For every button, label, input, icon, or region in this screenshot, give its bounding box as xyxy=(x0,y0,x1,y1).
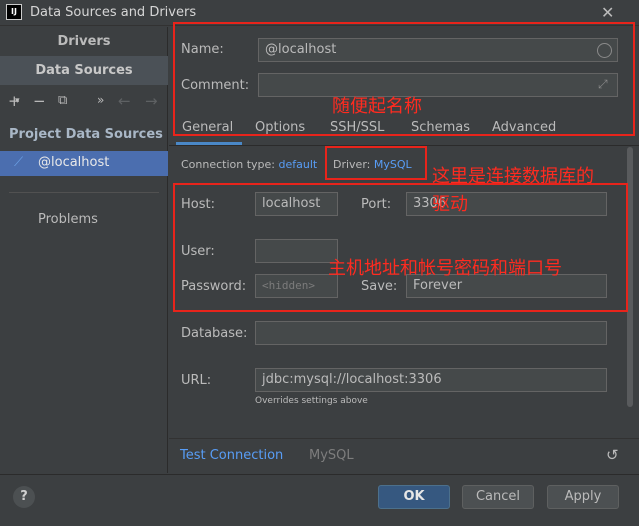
problems-item[interactable]: Problems xyxy=(38,212,98,227)
minus-icon[interactable]: − xyxy=(33,92,46,110)
revert-icon[interactable]: ↺ xyxy=(606,446,619,464)
intellij-app-icon: IJ xyxy=(6,4,22,20)
annotation-box-name xyxy=(173,22,635,136)
close-icon[interactable]: ✕ xyxy=(601,3,614,22)
apply-button[interactable]: Apply xyxy=(547,485,619,509)
project-data-sources-heading: Project Data Sources xyxy=(9,127,163,142)
back-arrow-icon[interactable]: ← xyxy=(118,92,131,110)
data-source-item-label: @localhost xyxy=(38,155,110,170)
test-connection-link[interactable]: Test Connection xyxy=(180,448,283,463)
database-label: Database: xyxy=(181,326,248,341)
connection-type-link[interactable]: default xyxy=(279,158,318,171)
window-title: Data Sources and Drivers xyxy=(30,5,197,20)
tab-drivers[interactable]: Drivers xyxy=(0,27,168,56)
ok-button[interactable]: OK xyxy=(378,485,450,509)
connection-type: Connection type: default xyxy=(181,158,317,171)
more-icon[interactable]: » xyxy=(97,93,104,107)
forward-arrow-icon[interactable]: → xyxy=(145,92,158,110)
database-input[interactable] xyxy=(255,321,607,345)
connection-type-label: Connection type: xyxy=(181,158,276,171)
url-hint: Overrides settings above xyxy=(255,396,368,406)
url-label: URL: xyxy=(181,373,212,388)
dropdown-small-icon[interactable]: ▾ xyxy=(15,96,20,106)
dialog-footer xyxy=(0,474,639,526)
sidebar-divider xyxy=(9,192,159,193)
tab-data-sources[interactable]: Data Sources xyxy=(0,56,168,85)
url-value: jdbc:mysql://localhost:3306 xyxy=(262,372,442,387)
sidebar: Drivers Data Sources + ▾ − ⧉ » ← → Proje… xyxy=(0,27,168,473)
data-source-item-localhost[interactable]: ⟋ @localhost xyxy=(0,151,168,176)
annotation-name-note: 随便起名称 xyxy=(332,96,422,117)
cancel-button[interactable]: Cancel xyxy=(462,485,534,509)
mysql-dolphin-icon: ⟋ xyxy=(14,155,24,170)
annotation-box-host xyxy=(173,183,628,312)
annotation-box-driver xyxy=(325,146,427,180)
annotation-host-note: 主机地址和帐号密码和端口号 xyxy=(328,258,562,279)
help-button[interactable]: ? xyxy=(13,486,35,508)
url-input[interactable]: jdbc:mysql://localhost:3306 xyxy=(255,368,607,392)
sidebar-toolbar: + ▾ − ⧉ » ← → xyxy=(0,90,168,114)
mysql-driver-tab[interactable]: MySQL xyxy=(309,448,354,463)
copy-icon[interactable]: ⧉ xyxy=(58,93,67,108)
